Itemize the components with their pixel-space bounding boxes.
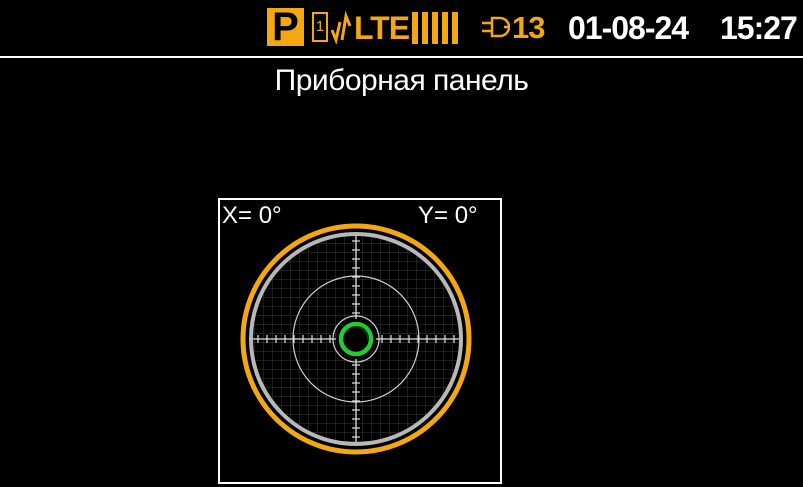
sim-slot-indicator: 1 xyxy=(312,12,328,42)
connections-count: 13 xyxy=(512,10,545,45)
level-gauge xyxy=(240,223,472,455)
mode-badge: P xyxy=(267,7,304,47)
antenna-icon xyxy=(330,10,352,44)
time-display: 15:27 xyxy=(720,10,798,46)
plug-icon xyxy=(482,16,510,38)
network-type-label: LTE xyxy=(354,10,410,46)
y-angle-label: Y= 0° xyxy=(418,202,478,229)
date-display: 01-08-24 xyxy=(568,10,689,46)
page-title: Приборная панель xyxy=(274,64,529,97)
signal-bars-icon xyxy=(412,12,458,44)
x-angle-label: X= 0° xyxy=(222,202,282,229)
status-bar: P 1 LTE 13 01-08-24 15:27 xyxy=(0,0,803,58)
